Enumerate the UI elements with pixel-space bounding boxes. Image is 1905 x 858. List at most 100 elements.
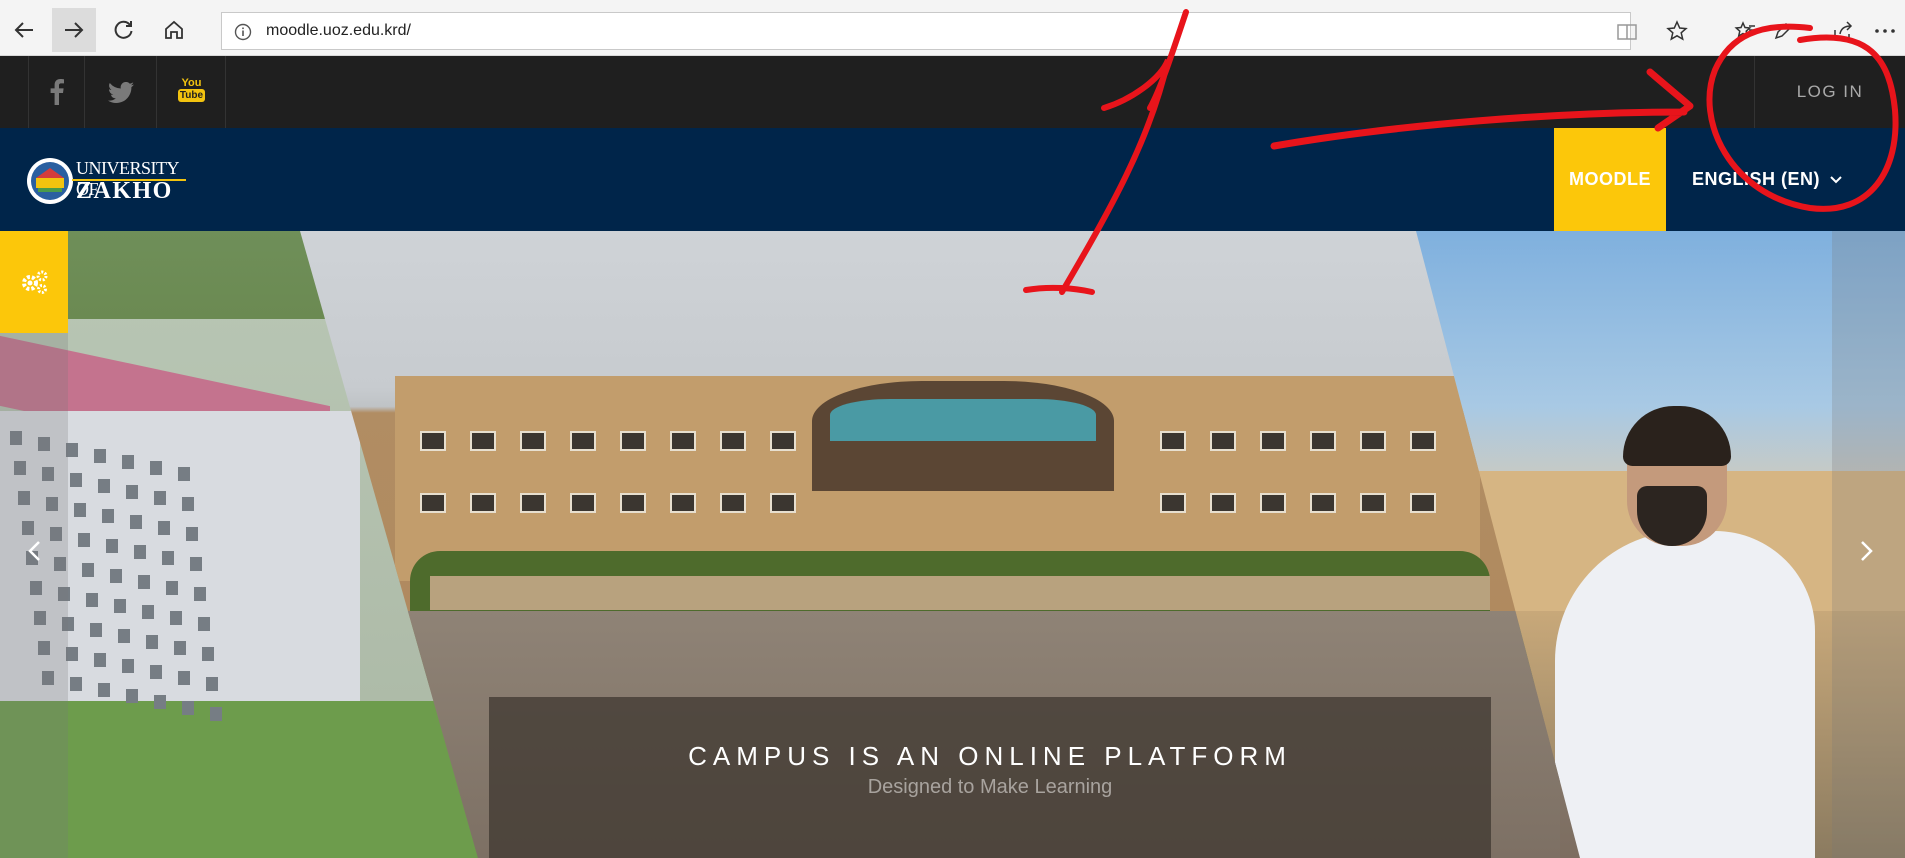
building-window xyxy=(170,611,182,625)
building-window xyxy=(186,527,198,541)
share-icon[interactable] xyxy=(1828,16,1858,46)
building-window xyxy=(620,431,646,451)
info-icon xyxy=(234,23,252,41)
pen-icon[interactable] xyxy=(1768,16,1798,46)
building-window xyxy=(114,599,126,613)
building-window xyxy=(1210,431,1236,451)
building-window xyxy=(118,629,130,643)
building-window xyxy=(470,493,496,513)
home-button[interactable] xyxy=(152,8,196,52)
forward-button[interactable] xyxy=(52,8,96,52)
favorite-star-icon[interactable] xyxy=(1662,16,1692,46)
building-window xyxy=(86,593,98,607)
building-window xyxy=(150,665,162,679)
building-window xyxy=(620,493,646,513)
building-window xyxy=(1160,431,1186,451)
lawn xyxy=(0,701,480,858)
building-window xyxy=(520,431,546,451)
person-hair xyxy=(1623,406,1731,466)
building-window xyxy=(94,449,106,463)
building-window xyxy=(1410,493,1436,513)
home-icon xyxy=(165,20,183,39)
chevron-right-icon xyxy=(1861,541,1873,561)
building-window xyxy=(202,647,214,661)
building-window xyxy=(158,521,170,535)
more-menu-icon[interactable] xyxy=(1870,16,1900,46)
moodle-label: MOODLE xyxy=(1569,169,1651,189)
slider-prev-button[interactable] xyxy=(14,531,54,571)
university-seal-icon xyxy=(27,158,73,204)
building-window xyxy=(126,485,138,499)
back-button[interactable] xyxy=(2,8,46,52)
building-window xyxy=(130,515,142,529)
building-window xyxy=(146,635,158,649)
slider-next-button[interactable] xyxy=(1847,531,1887,571)
building-window xyxy=(74,503,86,517)
login-label: LOG IN xyxy=(1796,82,1864,101)
youtube-icon: You Tube xyxy=(177,77,206,107)
building-window xyxy=(126,689,138,703)
moodle-button[interactable]: MOODLE xyxy=(1554,128,1666,231)
forward-arrow-icon xyxy=(65,22,84,38)
refresh-icon xyxy=(114,20,133,39)
login-link[interactable]: LOG IN xyxy=(1754,56,1905,128)
logo-line-2: ZAKHO xyxy=(76,178,173,204)
building-window xyxy=(154,491,166,505)
language-dropdown[interactable]: ENGLISH (EN) xyxy=(1692,128,1842,231)
building-window xyxy=(106,539,118,553)
university-logo[interactable]: UNIVERSITY OF ZAKHO xyxy=(26,156,186,206)
slide-caption: CAMPUS IS AN ONLINE PLATFORM Designed to… xyxy=(489,697,1491,858)
chevron-left-icon xyxy=(28,541,40,561)
youtube-link[interactable]: You Tube xyxy=(158,56,226,128)
facebook-link[interactable] xyxy=(28,56,85,128)
building-window xyxy=(122,659,134,673)
youtube-text-top: You xyxy=(181,77,202,89)
chevron-down-icon xyxy=(1830,175,1842,183)
back-arrow-icon xyxy=(14,22,33,38)
caption-title: CAMPUS IS AN ONLINE PLATFORM xyxy=(688,741,1292,771)
building-window xyxy=(1310,431,1336,451)
building-window xyxy=(770,431,796,451)
youtube-text-bottom: Tube xyxy=(177,89,206,102)
building-window xyxy=(98,683,110,697)
slider-left-overlay xyxy=(0,333,68,858)
building-window xyxy=(198,617,210,631)
refresh-button[interactable] xyxy=(102,8,146,52)
favorites-bar-icon[interactable] xyxy=(1730,16,1760,46)
building-window xyxy=(194,587,206,601)
building-window xyxy=(166,581,178,595)
building-window xyxy=(150,461,162,475)
caption-subtitle: Designed to Make Learning xyxy=(867,776,1113,798)
browser-toolbar: moodle.uoz.edu.krd/ xyxy=(0,0,1905,56)
address-bar[interactable]: moodle.uoz.edu.krd/ xyxy=(221,12,1637,50)
language-label: ENGLISH (EN) xyxy=(1692,169,1821,189)
social-bar: You Tube LOG IN xyxy=(0,56,1905,128)
building-window xyxy=(138,575,150,589)
building-window xyxy=(1260,493,1286,513)
building-window xyxy=(570,493,596,513)
reading-view-icon[interactable] xyxy=(1616,23,1638,41)
building-window xyxy=(1360,431,1386,451)
hero-slider: CAMPUS IS AN ONLINE PLATFORM Designed to… xyxy=(0,231,1905,858)
building-window xyxy=(670,493,696,513)
building-window xyxy=(470,431,496,451)
building-window xyxy=(142,605,154,619)
building-window xyxy=(90,623,102,637)
settings-button[interactable] xyxy=(0,231,68,333)
building-window xyxy=(82,563,94,577)
building-window xyxy=(102,509,114,523)
building-window xyxy=(720,431,746,451)
building-window xyxy=(206,677,218,691)
building-window xyxy=(78,533,90,547)
building-window xyxy=(1160,493,1186,513)
building-window xyxy=(210,707,222,721)
building-window xyxy=(182,701,194,715)
twitter-link[interactable] xyxy=(86,56,157,128)
building-window xyxy=(190,557,202,571)
building-window xyxy=(420,493,446,513)
building-window xyxy=(770,493,796,513)
building-window xyxy=(134,545,146,559)
gears-icon xyxy=(22,270,48,294)
facebook-icon xyxy=(50,79,64,105)
person xyxy=(1555,531,1815,858)
